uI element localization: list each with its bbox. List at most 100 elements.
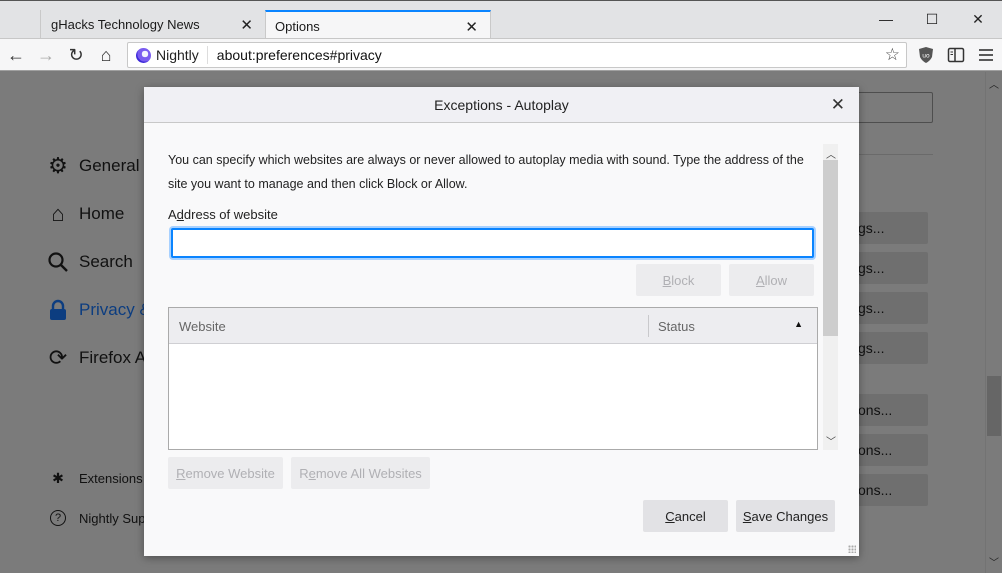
settings-button[interactable]: gs... — [856, 252, 928, 284]
sidebar-support-link[interactable]: ? Nightly Sup — [50, 510, 145, 526]
button-label: llow — [764, 272, 788, 288]
exceptions-button[interactable]: ons... — [856, 394, 928, 426]
column-header-website[interactable]: Website — [179, 319, 226, 334]
forward-button[interactable]: → — [34, 43, 58, 67]
tab-strip: gHacks Technology News ✕ Options ✕ — ☐ ✕ — [0, 0, 1002, 40]
svg-text:uo: uo — [922, 53, 930, 60]
home-icon: ⌂ — [100, 44, 112, 65]
back-button[interactable]: ← — [4, 43, 28, 67]
tab-ghacks[interactable]: gHacks Technology News ✕ — [40, 10, 265, 39]
sidebar-item-label: Search — [79, 252, 133, 271]
sidebar-extensions-link[interactable]: ✱ Extensions — [50, 470, 143, 486]
sidebar-item-firefox-account[interactable]: ⟳ Firefox Ac — [46, 345, 155, 370]
allow-button[interactable]: Allow — [729, 264, 814, 296]
gear-icon: ⚙ — [48, 153, 68, 178]
button-label: emove Website — [185, 465, 275, 481]
access-key: S — [742, 508, 752, 524]
dialog-header: Exceptions - Autoplay ✕ — [144, 87, 859, 123]
hamburger-menu-icon[interactable] — [976, 45, 996, 65]
tab-options[interactable]: Options ✕ — [265, 10, 491, 40]
close-window-button[interactable]: ✕ — [968, 9, 988, 29]
help-icon: ? — [50, 510, 66, 526]
block-button[interactable]: Block — [636, 264, 721, 296]
home-icon: ⌂ — [51, 201, 65, 226]
column-header-status[interactable]: Status — [658, 319, 695, 334]
sidebar-item-label: General — [79, 156, 140, 175]
sidebar-item-label: Home — [79, 204, 125, 223]
reload-button[interactable]: ↻ — [64, 43, 88, 67]
identity-box[interactable]: Nightly — [128, 46, 208, 64]
sidebar-footer-label: Nightly Sup — [79, 510, 146, 526]
column-resize-handle[interactable] — [648, 315, 649, 337]
settings-button[interactable]: gs... — [856, 332, 928, 364]
address-of-website-input[interactable] — [171, 228, 814, 258]
sync-icon: ⟳ — [48, 345, 68, 370]
tab-title: gHacks Technology News — [51, 17, 200, 32]
nightly-logo-icon — [136, 47, 151, 63]
close-tab-icon[interactable]: ✕ — [240, 16, 253, 34]
table-header: Website Status ▲ — [169, 308, 817, 344]
page-scrollbar[interactable]: ︿ ﹀ — [985, 72, 1002, 573]
label-text: dress of website — [183, 207, 278, 222]
sidebar-item-privacy[interactable]: Privacy & — [46, 298, 151, 322]
button-label: ave Changes — [751, 508, 829, 524]
search-icon — [46, 250, 70, 274]
exceptions-button[interactable]: ons... — [856, 434, 928, 466]
websites-table: Website Status ▲ — [168, 307, 818, 450]
identity-label: Nightly — [156, 47, 199, 63]
label-text: A — [168, 207, 177, 222]
table-body[interactable] — [169, 344, 817, 449]
home-button[interactable]: ⌂ — [94, 43, 118, 67]
tab-title: Options — [275, 18, 320, 34]
sort-ascending-icon: ▲ — [794, 319, 803, 329]
scroll-up-icon[interactable]: ︿ — [989, 76, 999, 91]
access-key: B — [662, 272, 672, 288]
access-key: d — [176, 207, 184, 222]
button-label: lock — [671, 272, 695, 288]
sidebar-item-general[interactable]: ⚙ General — [46, 153, 140, 178]
cancel-button[interactable]: Cancel — [643, 500, 728, 532]
sidebar-toggle-icon[interactable] — [946, 45, 966, 65]
access-key: C — [665, 508, 675, 524]
close-icon[interactable]: ✕ — [831, 95, 845, 115]
scroll-up-icon[interactable]: ︿ — [826, 146, 836, 161]
maximize-button[interactable]: ☐ — [922, 9, 942, 29]
exceptions-button[interactable]: ons... — [856, 474, 928, 506]
settings-button[interactable]: gs... — [856, 212, 928, 244]
settings-button[interactable]: gs... — [856, 292, 928, 324]
navigation-toolbar: ← → ↻ ⌂ Nightly about:preferences#privac… — [0, 38, 1002, 71]
lock-icon — [46, 298, 70, 322]
minimize-button[interactable]: — — [876, 9, 896, 29]
scrollbar-thumb[interactable] — [823, 160, 838, 336]
find-in-options-input[interactable] — [856, 92, 933, 123]
dialog-description: You can specify which websites are alway… — [168, 153, 804, 191]
scroll-down-icon[interactable]: ﹀ — [989, 554, 999, 569]
divider — [856, 154, 933, 155]
exceptions-autoplay-dialog: Exceptions - Autoplay ✕ You can specify … — [144, 87, 859, 556]
access-key: e — [308, 465, 316, 481]
sidebar-item-search[interactable]: Search — [46, 250, 133, 274]
sidebar-item-home[interactable]: ⌂ Home — [46, 201, 125, 226]
sidebar-footer-label: Extensions — [79, 470, 143, 486]
button-label: R — [299, 465, 309, 481]
close-tab-icon[interactable]: ✕ — [465, 18, 478, 36]
forward-arrow-icon: → — [37, 44, 55, 65]
resize-grip-icon[interactable] — [848, 545, 856, 553]
save-changes-button[interactable]: Save Changes — [736, 500, 835, 532]
access-key: A — [755, 272, 765, 288]
back-arrow-icon: ← — [7, 44, 25, 65]
remove-all-websites-button[interactable]: Re move All Websites — [291, 457, 430, 489]
button-label: move All Websites — [315, 465, 422, 481]
remove-website-button[interactable]: Remove Website — [168, 457, 283, 489]
bookmark-star-icon[interactable]: ☆ — [885, 45, 900, 65]
scroll-down-icon[interactable]: ﹀ — [826, 433, 836, 448]
ublock-shield-icon[interactable]: uo — [916, 45, 936, 65]
url-text[interactable]: about:preferences#privacy — [208, 47, 382, 63]
scrollbar-thumb[interactable] — [987, 376, 1001, 436]
dialog-scrollbar[interactable]: ︿ ﹀ — [823, 144, 838, 450]
address-label: Address of website — [168, 207, 278, 222]
url-bar[interactable]: Nightly about:preferences#privacy ☆ — [127, 42, 907, 68]
access-key: R — [176, 465, 186, 481]
reload-icon: ↻ — [68, 44, 84, 65]
button-label: ancel — [674, 508, 706, 524]
